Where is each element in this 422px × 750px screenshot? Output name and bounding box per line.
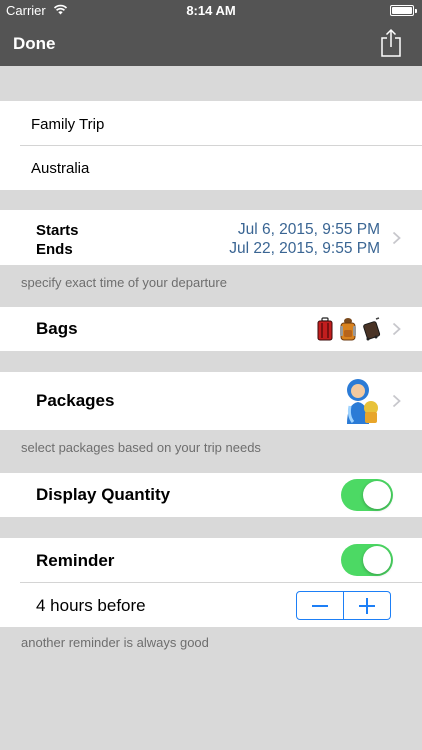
traveler-icon (347, 379, 378, 424)
status-bar: Carrier 8:14 AM (0, 0, 422, 22)
chevron-right-icon (392, 322, 401, 336)
bags-row[interactable]: Bags (0, 307, 422, 351)
chevron-right-icon (392, 231, 401, 245)
minus-icon[interactable] (297, 592, 343, 619)
reminder-stepper[interactable] (296, 591, 391, 620)
display-quantity-toggle[interactable] (341, 479, 393, 511)
status-time: 8:14 AM (186, 3, 236, 18)
end-date-value: Jul 22, 2015, 9:55 PM (229, 240, 380, 257)
plus-icon[interactable] (343, 592, 390, 619)
start-date-value: Jul 6, 2015, 9:55 PM (237, 221, 380, 238)
display-quantity-label: Display Quantity (36, 485, 171, 504)
trip-info-group: Family Trip Australia (0, 101, 422, 190)
done-button[interactable]: Done (13, 34, 56, 54)
reminder-toggle[interactable] (341, 544, 393, 576)
trip-dates-row[interactable]: Starts Ends Jul 6, 2015, 9:55 PM Jul 22,… (0, 210, 422, 265)
display-quantity-row: Display Quantity (0, 473, 422, 517)
trip-name-field[interactable]: Family Trip (31, 116, 104, 133)
reminder-footer: another reminder is always good (21, 635, 209, 650)
dates-footer: specify exact time of your departure (21, 275, 227, 290)
bags-label: Bags (36, 319, 78, 338)
backpack-icon (340, 318, 356, 341)
rolling-bag-icon (363, 317, 381, 341)
red-suitcase-icon (317, 317, 333, 341)
reminder-label: Reminder (36, 551, 115, 570)
divider (20, 145, 422, 146)
toggle-knob (363, 481, 391, 509)
ends-label: Ends (36, 241, 73, 258)
toggle-knob (363, 546, 391, 574)
starts-label: Starts (36, 222, 79, 239)
packages-row[interactable]: Packages (0, 372, 422, 430)
destination-field[interactable]: Australia (31, 160, 89, 177)
bag-icons (316, 317, 382, 341)
share-icon[interactable] (379, 28, 403, 58)
divider (20, 582, 422, 583)
reminder-value: 4 hours before (36, 596, 146, 615)
reminder-group: Reminder 4 hours before (0, 538, 422, 627)
battery-icon (390, 5, 417, 16)
chevron-right-icon (392, 394, 401, 408)
packages-label: Packages (36, 391, 115, 410)
packages-footer: select packages based on your trip needs (21, 440, 261, 455)
navigation-bar: Done (0, 22, 422, 66)
